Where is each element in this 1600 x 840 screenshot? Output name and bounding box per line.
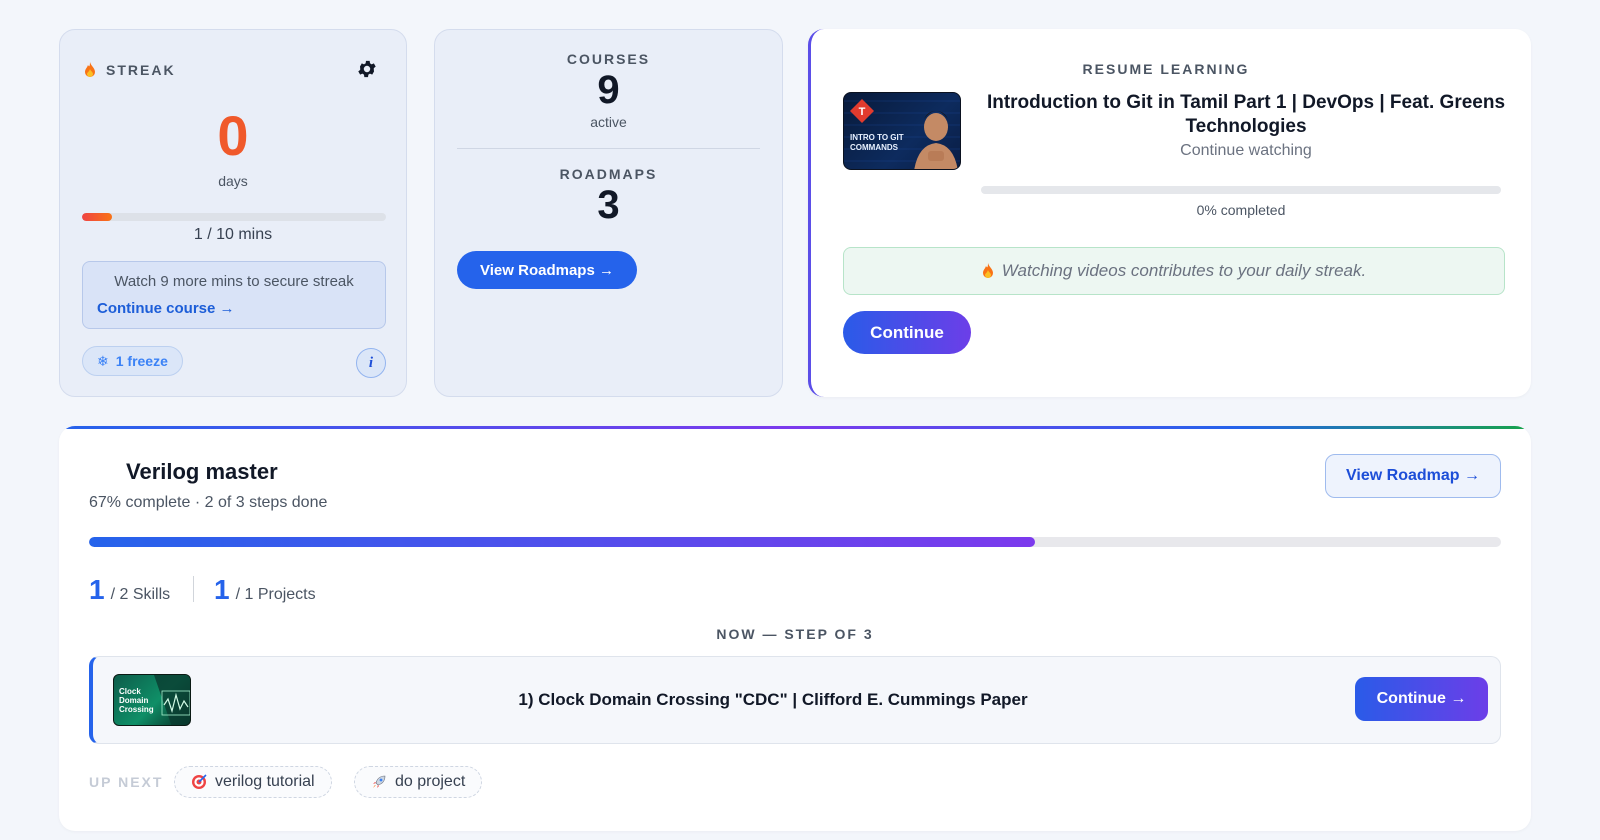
current-step-label: NOW — STEP OF 3 xyxy=(716,626,874,642)
up-next-label: UP NEXT xyxy=(89,774,164,790)
resume-label: RESUME LEARNING xyxy=(1082,61,1250,77)
continue-course-link[interactable]: Continue course → xyxy=(97,300,235,317)
streak-header: STREAK xyxy=(84,62,176,78)
rocket-icon xyxy=(373,775,386,788)
view-roadmaps-button[interactable]: View Roadmaps → xyxy=(457,251,637,289)
step-thumbnail-text: Clock Domain Crossing xyxy=(119,687,154,715)
step-continue-button[interactable]: Continue → xyxy=(1355,677,1488,721)
video-progress-text: 0% completed xyxy=(1196,202,1286,218)
up-next-chip-do-project[interactable]: do project xyxy=(354,766,483,798)
roadmaps-count: 3 xyxy=(597,183,620,227)
streak-note: Watching videos contributes to your dail… xyxy=(843,247,1505,295)
up-next-chip-label: verilog tutorial xyxy=(215,773,315,790)
streak-message: Watch 9 more mins to secure streak xyxy=(114,273,354,290)
freeze-count: 1 freeze xyxy=(115,353,168,369)
view-roadmap-button[interactable]: View Roadmap → xyxy=(1325,454,1501,498)
video-title[interactable]: Introduction to Git in Tamil Part 1 | De… xyxy=(981,91,1511,139)
video-thumbnail-text: INTRO TO GIT COMMANDS xyxy=(850,133,904,152)
projects-count: 1 xyxy=(214,574,230,605)
current-step-card: Clock Domain Crossing 1) Clock Domain Cr… xyxy=(89,656,1501,744)
roadmaps-label: ROADMAPS xyxy=(559,166,658,182)
courses-count: 9 xyxy=(597,68,620,112)
video-thumbnail-art: T xyxy=(844,99,960,169)
projects-label: / 1 Projects xyxy=(235,586,316,603)
streak-minutes: 1 / 10 mins xyxy=(193,226,273,243)
streak-note-text: Watching videos contributes to your dail… xyxy=(1001,261,1367,280)
svg-text:T: T xyxy=(859,106,866,118)
continue-watching-label: Continue watching xyxy=(1180,142,1312,159)
gear-icon[interactable] xyxy=(356,58,378,80)
stats-card: COURSES 9 active ROADMAPS 3 View Roadmap… xyxy=(434,29,783,397)
roadmap-progress-bar xyxy=(89,537,1501,547)
snowflake-icon: ❄ xyxy=(97,352,109,369)
up-next-chip-label: do project xyxy=(395,773,466,790)
info-button[interactable]: i xyxy=(356,348,386,378)
streak-label: STREAK xyxy=(106,62,176,78)
skills-count: 1 xyxy=(89,574,105,605)
skills-label: / 2 Skills xyxy=(110,586,171,603)
flame-icon xyxy=(85,62,95,77)
skills-metric: 1 / 2 Skills xyxy=(89,574,170,606)
streak-progress-fill xyxy=(82,213,113,221)
up-next-chip-verilog-tutorial[interactable]: verilog tutorial xyxy=(174,766,332,798)
streak-unit: days xyxy=(218,173,248,189)
courses-label: COURSES xyxy=(566,51,651,67)
video-progress-bar xyxy=(981,186,1501,194)
courses-sub: active xyxy=(590,114,627,130)
roadmap-card: Verilog master 67% complete · 2 of 3 ste… xyxy=(59,426,1531,831)
streak-count: 0 xyxy=(217,104,249,167)
video-thumbnail[interactable]: T INTRO TO GIT COMMANDS xyxy=(843,92,961,170)
streak-card: STREAK 0 days 1 / 10 mins Watch 9 more m… xyxy=(59,29,407,397)
roadmap-progress-fill xyxy=(89,537,1036,547)
metric-divider xyxy=(193,576,194,602)
resume-card: RESUME LEARNING T INTRO TO GIT COMMANDS … xyxy=(808,29,1531,397)
roadmap-progress-text: 67% complete · 2 of 3 steps done xyxy=(89,494,328,511)
streak-progress-bar xyxy=(82,213,386,221)
continue-button[interactable]: Continue xyxy=(843,311,971,354)
step-thumbnail[interactable]: Clock Domain Crossing xyxy=(113,674,191,726)
freeze-badge[interactable]: ❄ 1 freeze xyxy=(82,346,183,376)
projects-metric: 1 / 1 Projects xyxy=(214,574,316,606)
step-title[interactable]: 1) Clock Domain Crossing "CDC" | Cliffor… xyxy=(203,690,1343,710)
roadmap-accent-line xyxy=(59,426,1531,429)
divider xyxy=(457,148,760,149)
flame-icon xyxy=(982,263,993,278)
streak-hint-box: Watch 9 more mins to secure streak Conti… xyxy=(82,261,386,329)
target-icon xyxy=(192,774,207,789)
roadmap-title: Verilog master xyxy=(126,459,278,484)
